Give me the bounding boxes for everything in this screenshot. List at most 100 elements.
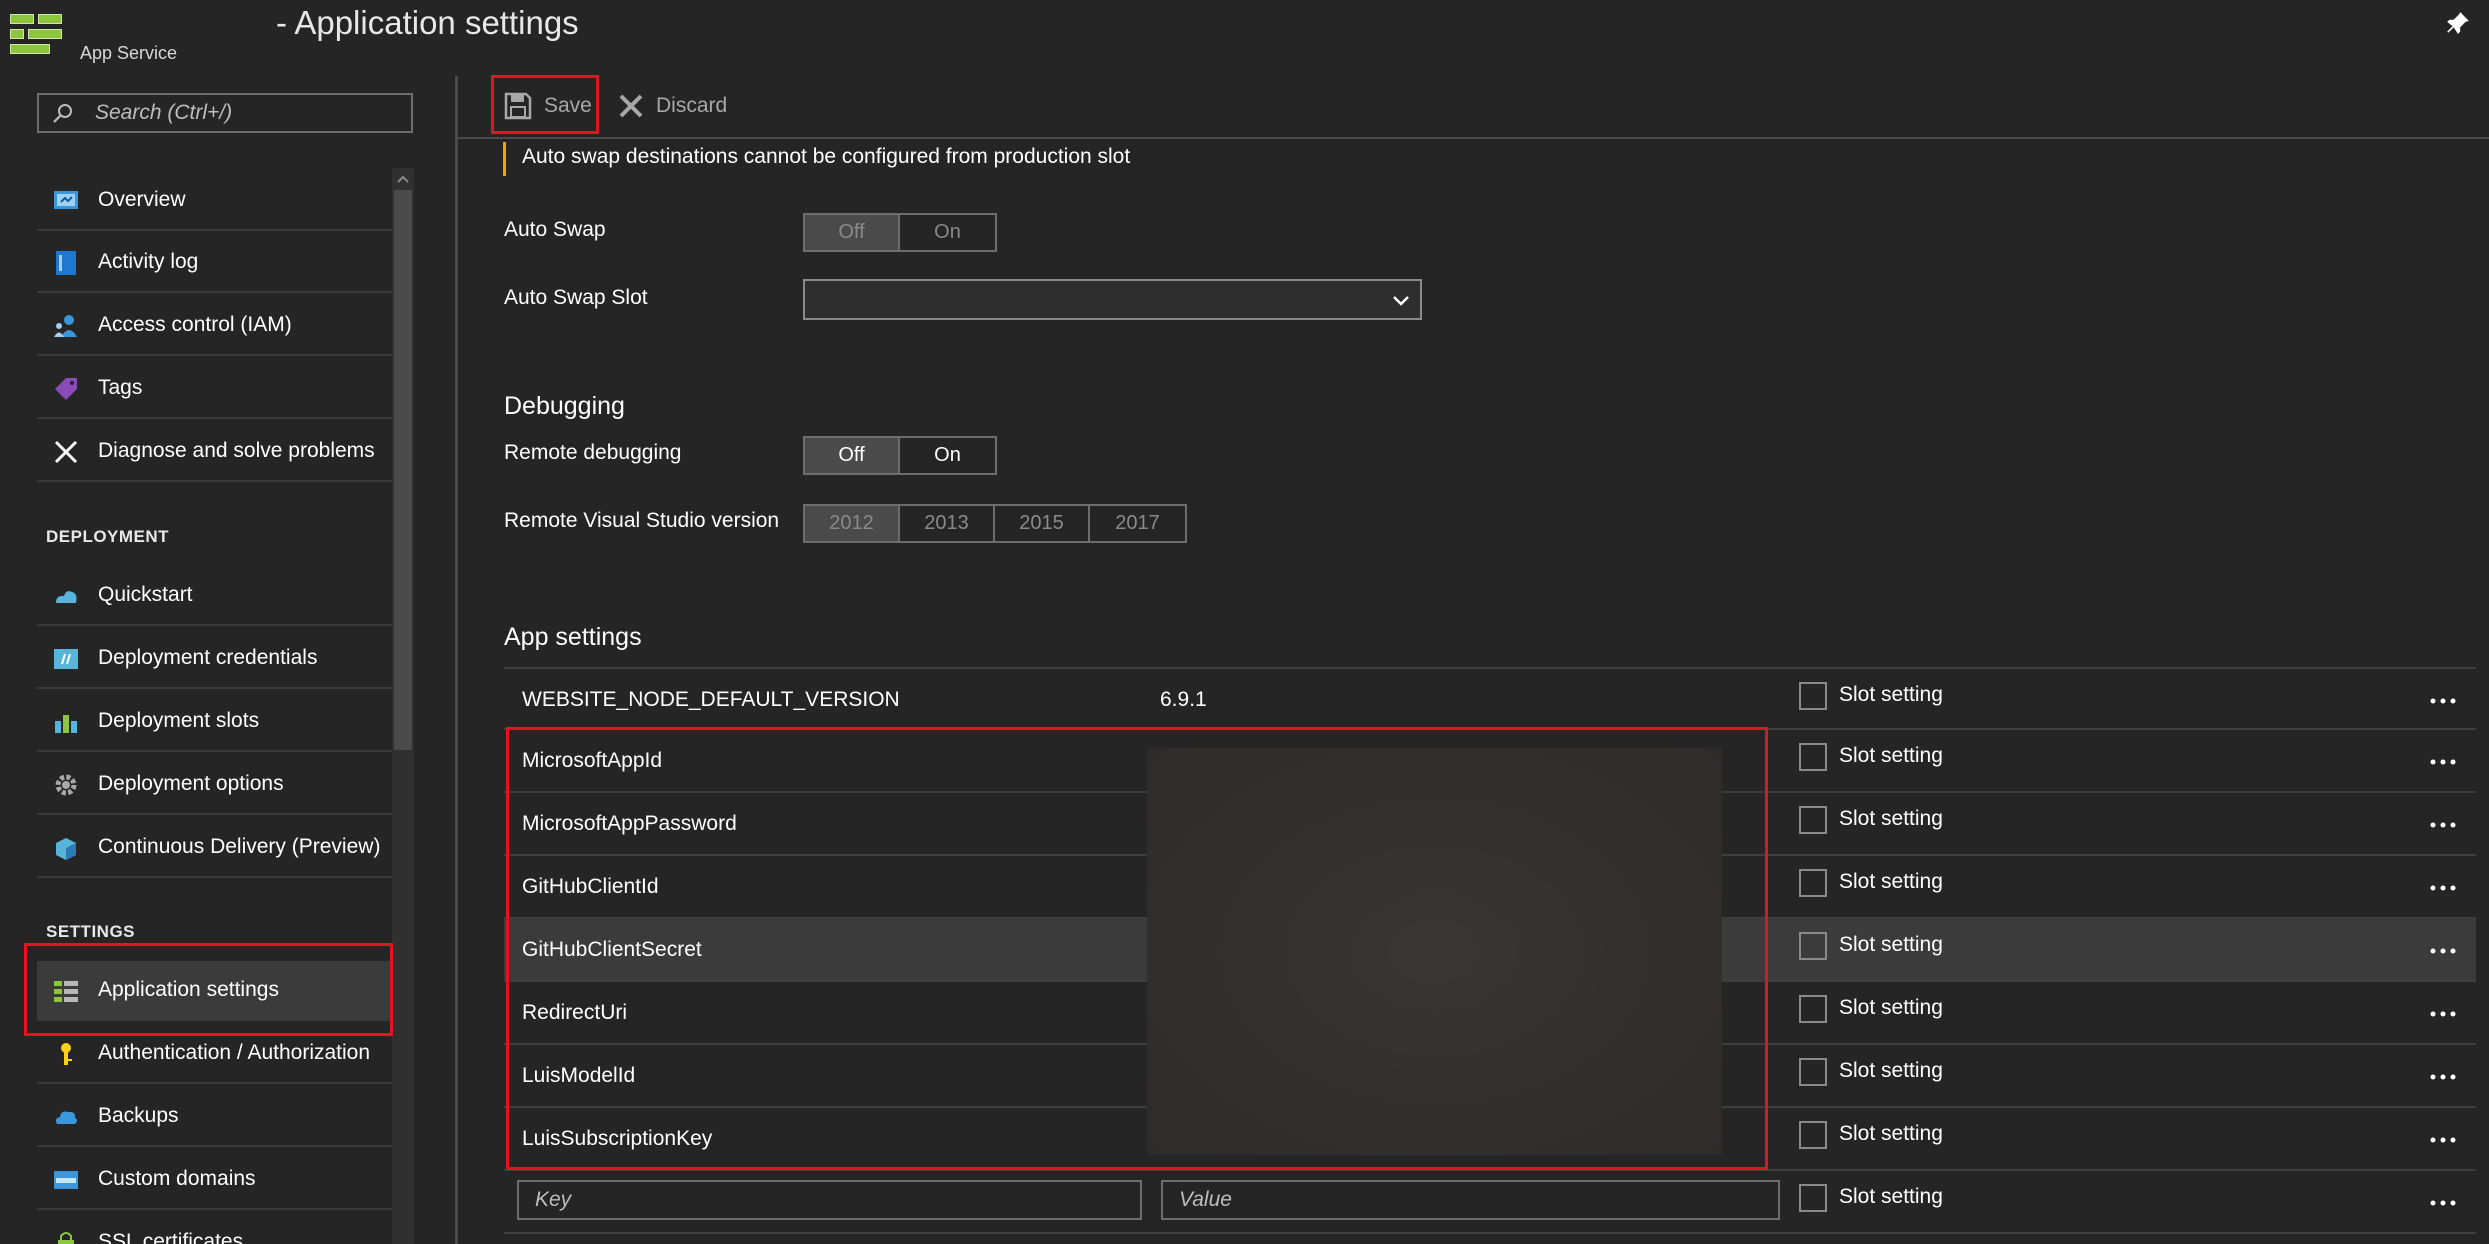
sidebar-item-label: Custom domains — [98, 1167, 256, 1190]
sidebar-scrollbar[interactable] — [392, 168, 414, 1244]
search-box[interactable] — [37, 93, 413, 133]
more-options-icon[interactable] — [2428, 815, 2458, 835]
table-row[interactable]: WEBSITE_NODE_DEFAULT_VERSION 6.9.1 Slot … — [504, 667, 2476, 730]
setting-key: LuisModelId — [522, 1064, 636, 1087]
more-options-icon[interactable] — [2428, 691, 2458, 711]
sidebar-item-continuous-delivery[interactable]: Continuous Delivery (Preview) — [37, 818, 392, 878]
ssl-icon — [58, 1232, 74, 1244]
more-options-icon[interactable] — [2428, 878, 2458, 898]
slot-setting-checkbox[interactable] — [1799, 869, 1827, 897]
section-header-deployment: DEPLOYMENT — [46, 527, 170, 546]
new-key-field[interactable] — [517, 1180, 1142, 1220]
save-label: Save — [544, 94, 592, 117]
more-options-icon[interactable] — [2428, 941, 2458, 961]
sidebar-item-label: SSL certificates — [98, 1230, 244, 1244]
slot-setting-label: Slot setting — [1839, 1122, 1943, 1145]
auto-swap-toggle: Off On — [803, 213, 997, 252]
scroll-up-icon[interactable] — [396, 172, 410, 186]
search-input[interactable] — [95, 99, 405, 127]
setting-key: RedirectUri — [522, 1001, 628, 1024]
sidebar-item-tags[interactable]: Tags — [37, 359, 392, 419]
remote-debugging-toggle[interactable]: Off On — [803, 436, 997, 475]
sidebar-item-label: Deployment slots — [98, 709, 260, 732]
new-key-input[interactable] — [519, 1182, 1140, 1218]
slot-setting-checkbox[interactable] — [1799, 932, 1827, 960]
overview-icon — [54, 191, 78, 209]
sidebar-item-application-settings[interactable]: Application settings — [37, 961, 392, 1021]
setting-value[interactable]: 6.9.1 — [1160, 688, 1207, 712]
new-value-field[interactable] — [1161, 1180, 1780, 1220]
setting-key: MicrosoftAppPassword — [522, 812, 737, 835]
slot-setting-checkbox[interactable] — [1799, 1184, 1827, 1212]
vs-version-2013: 2013 — [900, 506, 995, 541]
slot-setting-label: Slot setting — [1839, 683, 1943, 706]
quickstart-icon — [56, 591, 77, 603]
auto-swap-on: On — [934, 221, 961, 243]
sidebar-item-overview[interactable]: Overview — [37, 171, 392, 231]
auto-swap-slot-dropdown[interactable] — [803, 279, 1422, 320]
sidebar-item-quickstart[interactable]: Quickstart — [37, 566, 392, 626]
auto-swap-slot-label: Auto Swap Slot — [504, 286, 648, 309]
warning-accent — [503, 142, 506, 176]
slot-setting-checkbox[interactable] — [1799, 995, 1827, 1023]
page-title: - Application settings — [276, 4, 579, 41]
more-options-icon[interactable] — [2428, 1067, 2458, 1087]
continuous-delivery-icon — [56, 838, 76, 860]
sidebar-item-deployment-options[interactable]: Deployment options — [37, 755, 392, 815]
warning-message: Auto swap destinations cannot be configu… — [522, 145, 1131, 168]
www-icon — [54, 1171, 78, 1189]
auto-swap-off: Off — [805, 215, 900, 250]
setting-key: MicrosoftAppId — [522, 749, 663, 772]
sidebar-item-label: Authentication / Authorization — [98, 1041, 371, 1064]
slot-setting-checkbox[interactable] — [1799, 806, 1827, 834]
gear-icon — [55, 774, 77, 796]
sidebar-item-activity-log[interactable]: Activity log — [37, 233, 392, 293]
slot-setting-label: Slot setting — [1839, 996, 1943, 1019]
remote-debugging-label: Remote debugging — [504, 441, 682, 464]
pin-icon[interactable] — [2445, 10, 2471, 36]
more-options-icon[interactable] — [2428, 1130, 2458, 1150]
sidebar-item-label: Application settings — [98, 978, 279, 1001]
vs-version-label: Remote Visual Studio version — [504, 509, 780, 532]
brand-subtitle: App Service — [80, 43, 178, 63]
sidebar-item-ssl-certificates[interactable]: SSL certificates — [37, 1213, 392, 1244]
sidebar-item-deployment-credentials[interactable]: Deployment credentials — [37, 629, 392, 689]
sidebar-item-label: Quickstart — [98, 583, 193, 606]
scrollbar-thumb[interactable] — [394, 190, 412, 750]
chevron-down-icon — [1393, 296, 1409, 306]
slot-setting-label: Slot setting — [1839, 870, 1943, 893]
debugging-title: Debugging — [504, 392, 625, 420]
sidebar-item-access-control[interactable]: Access control (IAM) — [37, 296, 392, 356]
slot-setting-checkbox[interactable] — [1799, 1121, 1827, 1149]
slot-setting-checkbox[interactable] — [1799, 682, 1827, 710]
remote-debugging-off[interactable]: Off — [805, 438, 900, 473]
setting-key: GitHubClientId — [522, 875, 659, 898]
vs-version-2015: 2015 — [995, 506, 1090, 541]
app-service-logo-icon — [10, 14, 64, 58]
discard-label: Discard — [656, 94, 728, 117]
app-settings-title: App settings — [504, 623, 642, 651]
sidebar-item-authentication[interactable]: Authentication / Authorization — [37, 1024, 392, 1084]
sidebar-item-custom-domains[interactable]: Custom domains — [37, 1150, 392, 1210]
access-control-icon — [54, 315, 77, 337]
sidebar-item-label: Tags — [98, 376, 143, 399]
remote-debugging-on[interactable]: On — [900, 438, 995, 473]
sidebar-item-label: Overview — [98, 188, 186, 211]
sidebar-item-diagnose[interactable]: Diagnose and solve problems — [37, 422, 392, 482]
new-value-input[interactable] — [1163, 1182, 1778, 1218]
app-settings-icon — [54, 981, 78, 1002]
sidebar-item-label: Continuous Delivery (Preview) — [98, 835, 381, 858]
more-options-icon[interactable] — [2428, 1193, 2458, 1213]
more-options-icon[interactable] — [2428, 752, 2458, 772]
more-options-icon[interactable] — [2428, 1004, 2458, 1024]
vs-version-2012: 2012 — [805, 506, 900, 541]
redacted-values-overlay — [1147, 748, 1722, 1155]
wrench-icon — [54, 440, 78, 464]
slot-setting-checkbox[interactable] — [1799, 1058, 1827, 1086]
sidebar-item-deployment-slots[interactable]: Deployment slots — [37, 692, 392, 752]
sidebar-item-backups[interactable]: Backups — [37, 1087, 392, 1147]
discard-button[interactable]: Discard — [618, 80, 727, 132]
save-button[interactable]: Save — [504, 80, 592, 132]
tag-icon — [55, 378, 77, 400]
slot-setting-checkbox[interactable] — [1799, 743, 1827, 771]
